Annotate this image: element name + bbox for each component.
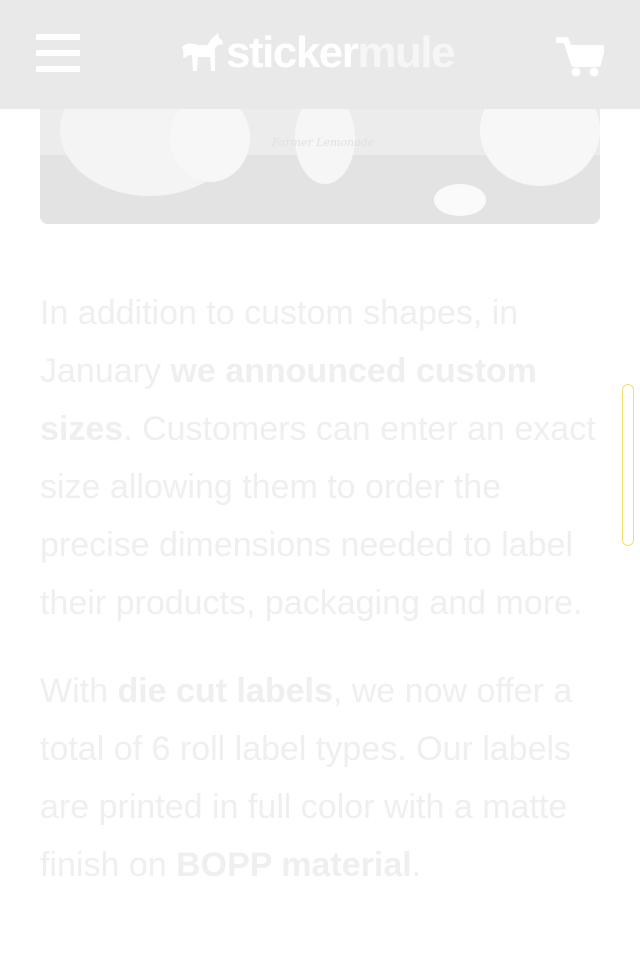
scroll-indicator[interactable] — [622, 384, 634, 546]
shopping-cart-icon[interactable] — [555, 36, 605, 78]
article-body: In addition to custom shapes, in January… — [40, 284, 600, 924]
stickermule-logo[interactable]: stickermule — [178, 28, 456, 78]
page: stickermule Farmer Lemonade In addition … — [0, 0, 640, 959]
hero-label-text: Farmer Lemonade — [271, 136, 375, 149]
hamburger-menu-icon[interactable] — [36, 32, 82, 74]
logo-text-mule: mule — [357, 28, 455, 77]
die-cut-labels-link[interactable]: die cut labels — [117, 672, 332, 710]
mule-logo-icon — [182, 33, 223, 71]
site-header: stickermule — [0, 0, 640, 109]
article-paragraph: With die cut labels, we now offer a tota… — [40, 672, 573, 884]
article-paragraph: In addition to custom shapes, in January… — [40, 294, 596, 622]
logo-text-sticker: sticker — [226, 28, 359, 77]
bopp-material-link[interactable]: BOPP material — [176, 846, 412, 884]
